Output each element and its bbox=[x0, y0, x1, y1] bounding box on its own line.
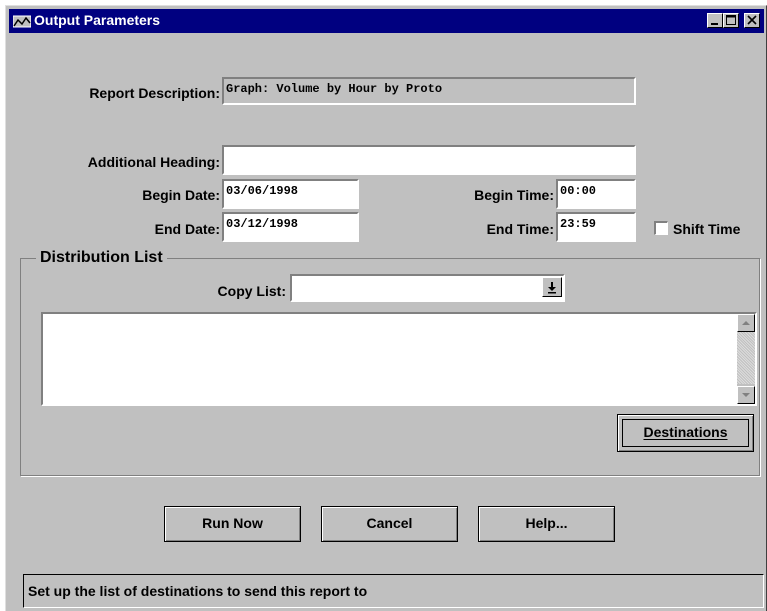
begin-date-label: Begin Date: bbox=[142, 187, 220, 203]
close-button[interactable] bbox=[744, 13, 760, 28]
copy-list-dropdown[interactable] bbox=[290, 274, 565, 302]
additional-heading-input[interactable] bbox=[222, 145, 636, 175]
listbox-scrollbar[interactable] bbox=[737, 314, 755, 404]
copy-list-label: Copy List: bbox=[217, 283, 286, 299]
destinations-button[interactable]: Destinations bbox=[617, 414, 754, 452]
end-time-input[interactable]: 23:59 bbox=[556, 212, 636, 242]
status-bar: Set up the list of destinations to send … bbox=[23, 574, 764, 608]
help-button-label: Help... bbox=[525, 515, 568, 531]
distribution-listbox[interactable] bbox=[41, 312, 757, 406]
copy-list-dropdown-button[interactable] bbox=[542, 277, 562, 297]
run-now-button-label: Run Now bbox=[202, 515, 263, 531]
output-parameters-window: Output Parameters Report Description: Gr… bbox=[5, 5, 767, 611]
report-description-field: Graph: Volume by Hour by Proto bbox=[222, 77, 636, 105]
cancel-button-label: Cancel bbox=[366, 515, 413, 531]
app-icon bbox=[12, 14, 32, 33]
arrow-down-icon bbox=[742, 393, 750, 397]
minimize-button[interactable] bbox=[707, 13, 723, 28]
destinations-button-label: Destinations bbox=[643, 424, 728, 440]
help-button[interactable]: Help... bbox=[478, 506, 615, 542]
chevron-down-icon bbox=[548, 282, 556, 294]
scroll-down-button[interactable] bbox=[737, 386, 755, 404]
shift-time-label[interactable]: Shift Time bbox=[673, 221, 740, 237]
cancel-button[interactable]: Cancel bbox=[321, 506, 458, 542]
begin-time-label: Begin Time: bbox=[474, 187, 554, 203]
run-now-button[interactable]: Run Now bbox=[164, 506, 301, 542]
begin-date-input[interactable]: 03/06/1998 bbox=[222, 179, 359, 209]
shift-time-checkbox[interactable] bbox=[654, 221, 668, 235]
begin-time-input[interactable]: 00:00 bbox=[556, 179, 636, 209]
title-bar[interactable]: Output Parameters bbox=[9, 9, 764, 33]
maximize-icon bbox=[726, 15, 736, 25]
end-date-input[interactable]: 03/12/1998 bbox=[222, 212, 359, 242]
minimize-icon bbox=[711, 23, 718, 25]
end-time-label: End Time: bbox=[486, 221, 554, 237]
close-icon bbox=[747, 15, 757, 25]
arrow-up-icon bbox=[742, 321, 750, 325]
scroll-up-button[interactable] bbox=[737, 314, 755, 332]
additional-heading-label: Additional Heading: bbox=[87, 154, 220, 170]
maximize-button[interactable] bbox=[723, 13, 739, 28]
report-description-label: Report Description: bbox=[89, 85, 220, 101]
distribution-list-title: Distribution List bbox=[36, 249, 167, 267]
end-date-label: End Date: bbox=[154, 221, 220, 237]
window-title: Output Parameters bbox=[34, 12, 161, 28]
scroll-track[interactable] bbox=[737, 332, 755, 384]
